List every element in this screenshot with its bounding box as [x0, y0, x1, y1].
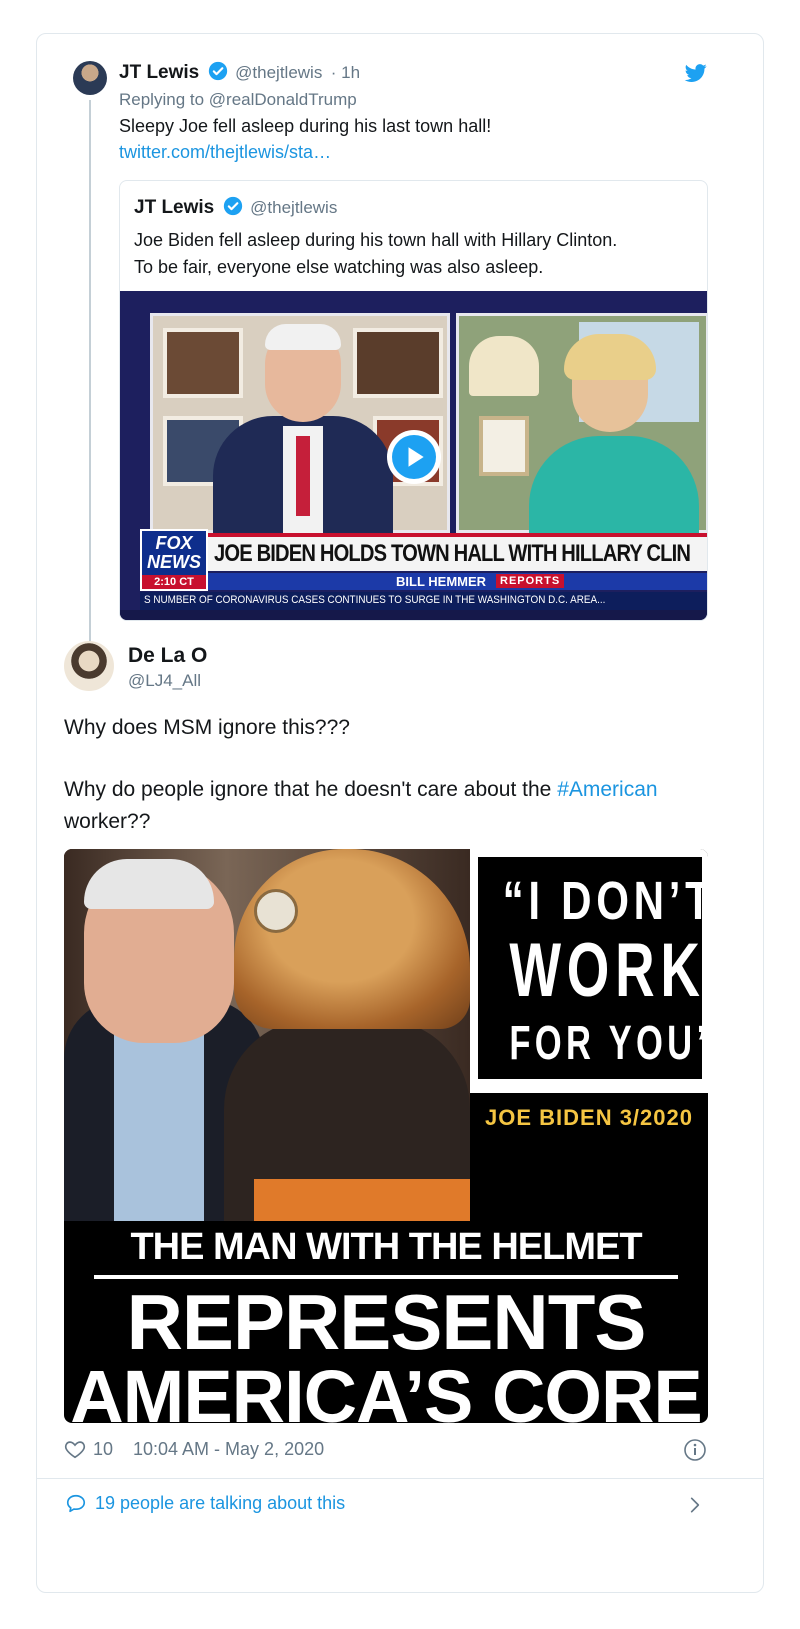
tweet-time[interactable]: · 1h: [331, 63, 360, 82]
main-author-handle[interactable]: @LJ4_All: [128, 671, 201, 691]
video-headline: JOE BIDEN HOLDS TOWN HALL WITH HILLARY C…: [214, 540, 691, 567]
reply-bubble-icon: [66, 1494, 86, 1513]
info-icon[interactable]: [683, 1438, 707, 1462]
quoted-tweet-text: Joe Biden fell asleep during his town ha…: [134, 230, 618, 277]
quote-box: “I DON’T WORK FOR YOU”: [470, 849, 708, 1093]
video-host-bar: BILL HEMMER REPORTS: [208, 573, 707, 590]
quote-line-3: FOR YOU”: [509, 1017, 708, 1070]
main-tweet-paragraph-1: Why does MSM ignore this???: [64, 716, 350, 739]
video-headline-bar: JOE BIDEN HOLDS TOWN HALL WITH HILLARY C…: [208, 533, 707, 571]
main-tweet-paragraph-2: Why do people ignore that he doesn't car…: [64, 778, 658, 833]
verified-badge-icon: [223, 196, 242, 216]
thread-connector-line: [89, 100, 91, 642]
quoted-tweet-header: JT Lewis @thejtlewis: [134, 196, 337, 219]
play-button[interactable]: [387, 430, 441, 484]
verified-badge-icon: [208, 61, 227, 81]
caption-line-1: THE MAN WITH THE HELMET: [130, 1226, 642, 1268]
like-count[interactable]: 10: [93, 1439, 113, 1460]
caption-line-3: AMERICA’S CORE: [70, 1355, 703, 1424]
author-handle[interactable]: @thejtlewis: [235, 63, 322, 82]
author-name[interactable]: JT Lewis: [119, 62, 199, 83]
hashtag-american[interactable]: #American: [557, 778, 657, 801]
quoted-video-thumbnail[interactable]: FOX NEWS 2:10 CT JOE BIDEN HOLDS TOWN HA…: [120, 291, 707, 620]
quoted-tweet[interactable]: JT Lewis @thejtlewis Joe Biden fell asle…: [119, 180, 708, 621]
reply-tweet-link[interactable]: twitter.com/thejtlewis/sta…: [119, 142, 331, 163]
main-author-name[interactable]: De La O: [128, 644, 207, 668]
video-right-panel: [456, 313, 707, 536]
conversation-link[interactable]: 19 people are talking about this: [37, 1479, 763, 1533]
quoted-author-name[interactable]: JT Lewis: [134, 197, 214, 218]
embedded-tweet-card: JT Lewis @thejtlewis · 1h Replying to @r…: [36, 33, 764, 1593]
play-icon: [408, 447, 424, 467]
chevron-right-icon: [690, 1497, 700, 1513]
clinton-figure: [529, 436, 699, 536]
quote-line-2: WORK: [509, 928, 706, 1013]
jt-lewis-avatar[interactable]: [73, 61, 107, 95]
video-left-panel: [150, 313, 450, 536]
quote-attribution: JOE BIDEN 3/2020: [485, 1105, 693, 1130]
main-tweet-image[interactable]: “I DON’T WORK FOR YOU” JOE BIDEN 3/2020 …: [64, 849, 708, 1423]
replying-to: Replying to @realDonaldTrump: [119, 90, 357, 109]
fox-news-logo: FOX NEWS 2:10 CT: [140, 529, 208, 591]
twitter-bird-icon[interactable]: [683, 62, 709, 84]
conversation-text[interactable]: 19 people are talking about this: [95, 1493, 345, 1514]
reply-tweet-header: JT Lewis @thejtlewis · 1h: [119, 61, 360, 84]
reply-tweet-text: Sleepy Joe fell asleep during his last t…: [119, 116, 492, 136]
quote-line-1: “I DON’T: [502, 871, 708, 931]
caption-line-2: REPRESENTS: [126, 1278, 647, 1366]
quoted-author-handle[interactable]: @thejtlewis: [250, 198, 337, 217]
video-ticker: S NUMBER OF CORONAVIRUS CASES CONTINUES …: [140, 592, 707, 610]
heart-icon[interactable]: [64, 1438, 86, 1460]
replying-to-handle[interactable]: @realDonaldTrump: [209, 90, 357, 109]
de-la-o-avatar[interactable]: [64, 641, 114, 691]
photo-area: [64, 849, 470, 1221]
tweet-timestamp[interactable]: 10:04 AM - May 2, 2020: [133, 1439, 324, 1460]
